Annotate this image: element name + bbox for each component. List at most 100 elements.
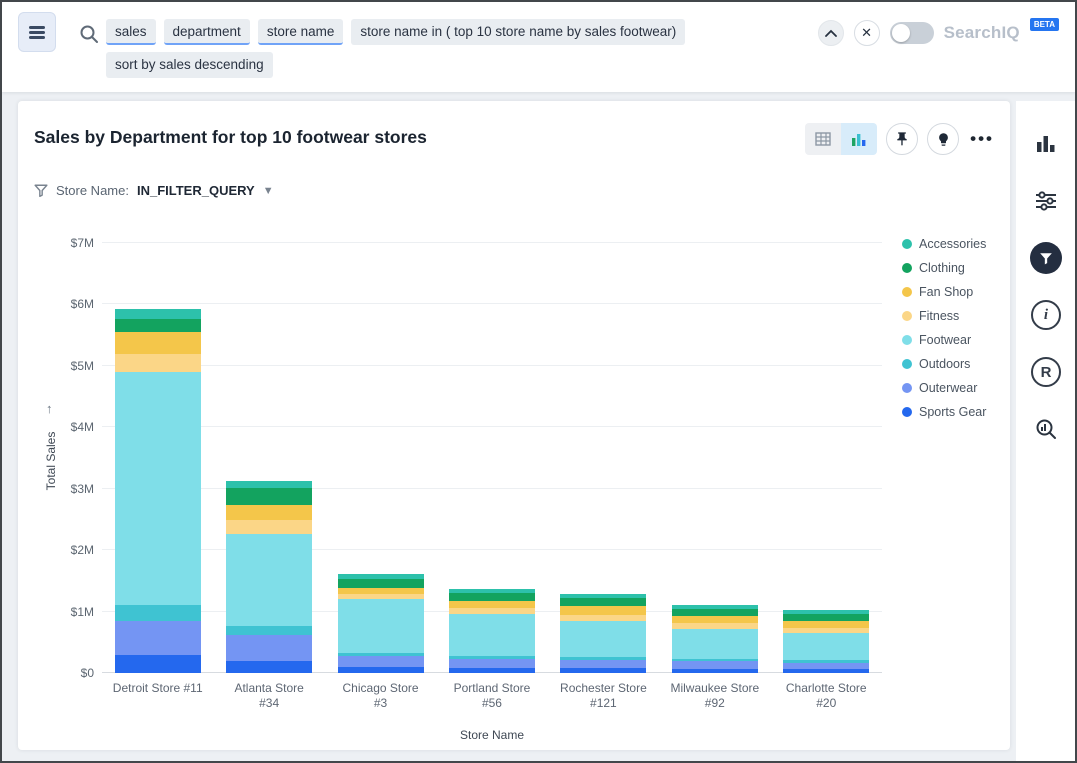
bar-segment[interactable] [115,372,201,605]
stacked-bar[interactable] [672,243,758,673]
chevron-down-icon[interactable]: ▼ [263,185,274,197]
bar-segment[interactable] [560,606,646,615]
legend-item[interactable]: Outdoors [902,357,986,371]
bar-segment[interactable] [226,626,312,635]
legend-label: Clothing [919,261,965,275]
bar-segment[interactable] [115,319,201,333]
y-tick-label: $1M [50,605,94,619]
legend-dot [902,239,912,249]
r-analysis-button[interactable]: R [1026,352,1066,392]
legend-item[interactable]: Fitness [902,309,986,323]
chart-config-button[interactable] [1026,181,1066,221]
bar-segment[interactable] [338,599,424,653]
bar-segment[interactable] [226,661,312,673]
bar-segment[interactable] [560,660,646,668]
bar-slot [436,243,547,673]
bar-segment[interactable] [560,615,646,622]
search-bar: sales department store name store name in (… [2,2,1075,92]
searchiq-toggle[interactable] [890,22,934,44]
bar-segment[interactable] [672,609,758,616]
bar-segment[interactable] [226,534,312,626]
stacked-bar[interactable] [783,243,869,673]
chart-legend: Accessories Clothing Fan Shop Fitness Footwe… [902,237,986,419]
r-icon: R [1031,357,1061,387]
x-tick-label: Milwaukee Store #92 [659,681,770,711]
x-tick-label: Atlanta Store #34 [213,681,324,711]
bar-segment[interactable] [226,488,312,505]
collapse-button[interactable] [818,20,844,46]
x-tick-label: Charlotte Store #20 [771,681,882,711]
bar-slot [548,243,659,673]
filters-button[interactable] [1026,238,1066,278]
chart-view-button[interactable] [841,123,877,155]
more-options-button[interactable]: ••• [968,129,996,149]
bar-segment[interactable] [115,354,201,372]
bar-segment[interactable] [449,593,535,601]
explore-button[interactable] [1026,409,1066,449]
bar-segment[interactable] [115,621,201,655]
bar-slot [771,243,882,673]
bar-segment[interactable] [672,661,758,668]
stacked-bar[interactable] [115,243,201,673]
legend-item[interactable]: Footwear [902,333,986,347]
bar-segment[interactable] [115,605,201,620]
bar-segment[interactable] [449,659,535,668]
stacked-bar[interactable] [560,243,646,673]
legend-item[interactable]: Clothing [902,261,986,275]
bar-segment[interactable] [449,668,535,673]
bar-segment[interactable] [560,668,646,673]
search-token[interactable]: store name [258,19,344,45]
bar-segment[interactable] [672,616,758,623]
stacked-bar[interactable] [338,243,424,673]
bar-segment[interactable] [672,629,758,658]
bar-segment[interactable] [783,663,869,670]
x-axis-labels: Detroit Store #11Atlanta Store #34Chicag… [102,681,882,711]
bar-segment[interactable] [783,633,869,660]
stacked-bar[interactable] [226,243,312,673]
search-token[interactable]: store name in ( top 10 store name by sal… [351,19,685,45]
bar-segment[interactable] [338,656,424,667]
bar-segment[interactable] [560,621,646,657]
bar-segment[interactable] [115,655,201,673]
right-rail: i R [1016,101,1075,761]
filter-value[interactable]: IN_FILTER_QUERY [137,183,255,198]
pin-button[interactable] [886,123,918,155]
answer-title: Sales by Department for top 10 footwear … [34,127,427,148]
search-token[interactable]: department [164,19,250,45]
bar-segment[interactable] [115,309,201,319]
bar-segment[interactable] [115,332,201,354]
bar-segment[interactable] [449,601,535,608]
bar-segment[interactable] [560,598,646,606]
y-tick-label: $4M [50,420,94,434]
bar-slot [659,243,770,673]
bar-segment[interactable] [226,505,312,520]
legend-label: Outerwear [919,381,977,395]
filter-row: Store Name: IN_FILTER_QUERY ▼ [34,183,274,198]
search-token[interactable]: sort by sales descending [106,52,273,78]
clear-search-button[interactable]: ✕ [854,20,880,46]
stacked-bar[interactable] [449,243,535,673]
bar-segment[interactable] [783,669,869,673]
bar-segment[interactable] [338,667,424,673]
search-tokens[interactable]: sales department store name store name in (… [106,19,806,78]
bar-segment[interactable] [783,614,869,621]
legend-item[interactable]: Sports Gear [902,405,986,419]
bar-segment[interactable] [783,621,869,628]
table-view-button[interactable] [805,123,841,155]
bar-segment[interactable] [449,614,535,656]
bar-segment[interactable] [226,520,312,534]
bar-segment[interactable] [672,669,758,673]
search-token[interactable]: sales [106,19,156,45]
bar-segment[interactable] [226,635,312,661]
x-tick-label: Detroit Store #11 [102,681,213,711]
info-button[interactable]: i [1026,295,1066,335]
legend-item[interactable]: Outerwear [902,381,986,395]
y-axis-labels: $0$1M$2M$3M$4M$5M$6M$7M [50,243,94,673]
legend-item[interactable]: Fan Shop [902,285,986,299]
data-source-button[interactable] [18,12,56,52]
view-switcher [805,123,877,155]
bar-segment[interactable] [338,579,424,588]
legend-item[interactable]: Accessories [902,237,986,251]
insights-button[interactable] [927,123,959,155]
chart-type-button[interactable] [1026,124,1066,164]
